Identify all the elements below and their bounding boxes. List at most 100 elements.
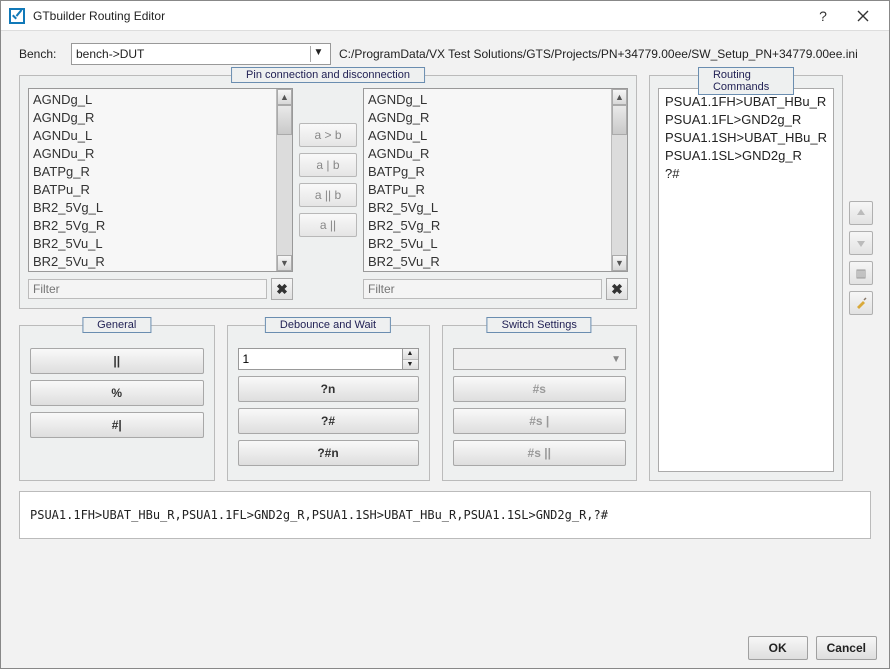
bench-path: C:/ProgramData/VX Test Solutions/GTS/Pro… bbox=[339, 47, 871, 61]
list-item[interactable]: BR2_5Vg_L bbox=[368, 199, 607, 217]
command-string-box[interactable]: PSUA1.1FH>UBAT_HBu_R,PSUA1.1FL>GND2g_R,P… bbox=[19, 491, 871, 539]
switch-label: Switch Settings bbox=[487, 317, 592, 333]
filter-b-box: ✖ bbox=[363, 278, 628, 300]
bench-label: Bench: bbox=[19, 47, 63, 61]
pin-list-a[interactable]: AGNDg_LAGNDg_RAGNDu_LAGNDu_RBATPg_RBATPu… bbox=[28, 88, 293, 272]
switch-btn-hs[interactable]: #s bbox=[453, 376, 627, 402]
general-btn-parallel[interactable]: || bbox=[30, 348, 204, 374]
op-a-gt-b-button[interactable]: a > b bbox=[299, 123, 357, 147]
x-icon: ✖ bbox=[611, 281, 623, 298]
general-panel: General || % #| bbox=[19, 325, 215, 481]
list-item[interactable]: AGNDu_L bbox=[33, 127, 272, 145]
list-item[interactable]: BR2_5Vg_R bbox=[368, 217, 607, 235]
delete-button[interactable] bbox=[849, 261, 873, 285]
op-a-or-button[interactable]: a || bbox=[299, 213, 357, 237]
general-btn-hashpipe[interactable]: #| bbox=[30, 412, 204, 438]
scroll-thumb[interactable] bbox=[612, 105, 627, 135]
general-btn-percent[interactable]: % bbox=[30, 380, 204, 406]
list-item[interactable]: AGNDu_R bbox=[33, 145, 272, 163]
scroll-thumb[interactable] bbox=[277, 105, 292, 135]
debounce-panel: Debounce and Wait ▲ ▼ ?n ?# ?#n bbox=[227, 325, 430, 481]
help-button[interactable]: ? bbox=[803, 2, 843, 30]
spin-down-icon[interactable]: ▼ bbox=[403, 360, 418, 370]
filter-b-input[interactable] bbox=[363, 279, 602, 299]
command-string-text: PSUA1.1FH>UBAT_HBu_R,PSUA1.1FL>GND2g_R,P… bbox=[30, 508, 608, 522]
close-icon bbox=[857, 10, 869, 22]
list-item[interactable]: BR2_5Vu_R bbox=[368, 253, 607, 271]
routing-item[interactable]: PSUA1.1SH>UBAT_HBu_R bbox=[665, 129, 827, 147]
list-item[interactable]: BR2_5Vu_R bbox=[33, 253, 272, 271]
pin-panel-label: Pin connection and disconnection bbox=[231, 67, 425, 83]
switch-combo[interactable]: ▼ bbox=[453, 348, 627, 370]
ok-button[interactable]: OK bbox=[748, 636, 808, 660]
main-row: Pin connection and disconnection AGNDg_L… bbox=[19, 75, 871, 481]
scrollbar-a[interactable]: ▲ ▼ bbox=[276, 89, 292, 271]
cancel-button[interactable]: Cancel bbox=[816, 636, 877, 660]
routing-commands-panel: Routing Commands PSUA1.1FH>UBAT_HBu_RPSU… bbox=[649, 75, 843, 481]
op-column: a > b a | b a || b a || bbox=[299, 88, 357, 272]
debounce-label: Debounce and Wait bbox=[265, 317, 391, 333]
footer: OK Cancel bbox=[1, 632, 889, 668]
close-button[interactable] bbox=[843, 2, 883, 30]
list-item[interactable]: BR2_5Vg_R bbox=[33, 217, 272, 235]
arrow-up-icon bbox=[855, 207, 867, 219]
routing-label: Routing Commands bbox=[698, 67, 794, 95]
filter-row: ✖ ✖ bbox=[28, 278, 628, 300]
debounce-spinner[interactable]: ▲ ▼ bbox=[238, 348, 419, 370]
list-item[interactable]: AGNDg_L bbox=[368, 91, 607, 109]
list-item[interactable]: AGNDg_L bbox=[33, 91, 272, 109]
bench-combo-value: bench->DUT bbox=[76, 47, 144, 61]
routing-item[interactable]: ?# bbox=[665, 165, 827, 183]
routing-list[interactable]: PSUA1.1FH>UBAT_HBu_RPSUA1.1FL>GND2g_RPSU… bbox=[658, 88, 834, 472]
filter-a-input[interactable] bbox=[28, 279, 267, 299]
move-up-button[interactable] bbox=[849, 201, 873, 225]
scroll-down-icon[interactable]: ▼ bbox=[612, 255, 627, 271]
bench-combo[interactable]: bench->DUT ▼ bbox=[71, 43, 331, 65]
list-item[interactable]: BATPu_R bbox=[33, 181, 272, 199]
list-item[interactable]: BATPg_R bbox=[33, 163, 272, 181]
bench-row: Bench: bench->DUT ▼ C:/ProgramData/VX Te… bbox=[19, 43, 871, 65]
list-item[interactable]: BR2_5Vu_L bbox=[33, 235, 272, 253]
pin-lists-row: AGNDg_LAGNDg_RAGNDu_LAGNDu_RBATPg_RBATPu… bbox=[28, 88, 628, 272]
routing-item[interactable]: PSUA1.1SL>GND2g_R bbox=[665, 147, 827, 165]
debounce-btn-qn[interactable]: ?n bbox=[238, 376, 419, 402]
trash-icon bbox=[855, 267, 867, 279]
clear-all-button[interactable] bbox=[849, 291, 873, 315]
general-label: General bbox=[82, 317, 151, 333]
scroll-up-icon[interactable]: ▲ bbox=[612, 89, 627, 105]
clear-filter-a-button[interactable]: ✖ bbox=[271, 278, 293, 300]
switch-btn-hs-pipe[interactable]: #s | bbox=[453, 408, 627, 434]
broom-icon bbox=[855, 297, 867, 309]
scroll-up-icon[interactable]: ▲ bbox=[277, 89, 292, 105]
pin-connection-panel: Pin connection and disconnection AGNDg_L… bbox=[19, 75, 637, 309]
scrollbar-b[interactable]: ▲ ▼ bbox=[611, 89, 627, 271]
op-a-pipe-b-button[interactable]: a | b bbox=[299, 153, 357, 177]
list-item[interactable]: AGNDu_R bbox=[368, 145, 607, 163]
list-item[interactable]: BR2_5Vg_L bbox=[33, 199, 272, 217]
filter-a-box: ✖ bbox=[28, 278, 293, 300]
routing-column: Routing Commands PSUA1.1FH>UBAT_HBu_RPSU… bbox=[649, 75, 871, 481]
list-item[interactable]: AGNDg_R bbox=[33, 109, 272, 127]
window-title: GTbuilder Routing Editor bbox=[33, 9, 803, 23]
routing-item[interactable]: PSUA1.1FH>UBAT_HBu_R bbox=[665, 93, 827, 111]
list-item[interactable]: BATPg_R bbox=[368, 163, 607, 181]
app-icon bbox=[9, 8, 25, 24]
op-a-or-b-button[interactable]: a || b bbox=[299, 183, 357, 207]
content-area: Bench: bench->DUT ▼ C:/ProgramData/VX Te… bbox=[1, 31, 889, 632]
list-item[interactable]: BATPu_R bbox=[368, 181, 607, 199]
debounce-btn-qhashn[interactable]: ?#n bbox=[238, 440, 419, 466]
scroll-down-icon[interactable]: ▼ bbox=[277, 255, 292, 271]
chevron-down-icon: ▼ bbox=[611, 354, 621, 365]
switch-btn-hs-parallel[interactable]: #s || bbox=[453, 440, 627, 466]
move-down-button[interactable] bbox=[849, 231, 873, 255]
list-item[interactable]: AGNDu_L bbox=[368, 127, 607, 145]
list-item[interactable]: BR2_5Vu_L bbox=[368, 235, 607, 253]
pin-list-b[interactable]: AGNDg_LAGNDg_RAGNDu_LAGNDu_RBATPg_RBATPu… bbox=[363, 88, 628, 272]
list-item[interactable]: AGNDg_R bbox=[368, 109, 607, 127]
switch-settings-panel: Switch Settings ▼ #s #s | #s || bbox=[442, 325, 638, 481]
spin-up-icon[interactable]: ▲ bbox=[403, 349, 418, 360]
clear-filter-b-button[interactable]: ✖ bbox=[606, 278, 628, 300]
debounce-value-input[interactable] bbox=[238, 348, 403, 370]
routing-item[interactable]: PSUA1.1FL>GND2g_R bbox=[665, 111, 827, 129]
debounce-btn-qhash[interactable]: ?# bbox=[238, 408, 419, 434]
